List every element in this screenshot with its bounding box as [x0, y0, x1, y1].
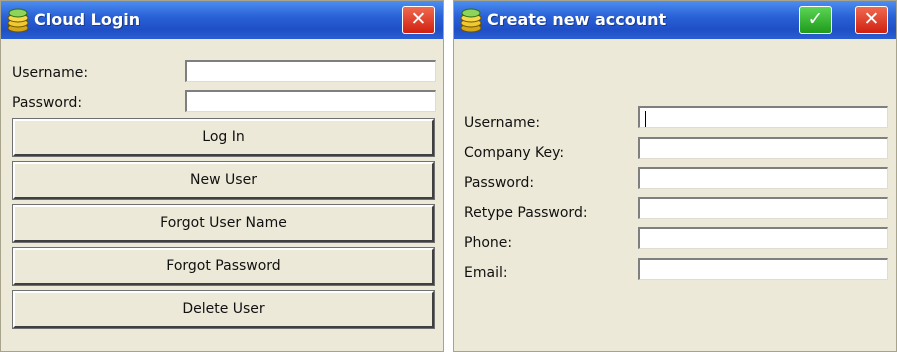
- new-user-button[interactable]: New User: [12, 161, 435, 200]
- checkmark-icon: ✓: [807, 8, 824, 30]
- retype-password-label: Retype Password:: [464, 205, 588, 221]
- retype-password-field[interactable]: [638, 197, 888, 219]
- company-key-field[interactable]: [638, 137, 888, 159]
- forgot-password-button[interactable]: Forgot Password: [12, 247, 435, 286]
- company-key-label: Company Key:: [464, 145, 565, 161]
- password-field[interactable]: [638, 167, 888, 189]
- window-title: Create new account: [487, 10, 667, 29]
- password-label: Password:: [12, 95, 83, 111]
- phone-field[interactable]: [638, 227, 888, 249]
- create-account-window: Create new account ✓ ✕ Username: Company…: [453, 0, 897, 352]
- email-label: Email:: [464, 265, 508, 281]
- ok-button[interactable]: ✓: [799, 6, 832, 34]
- title-bar: Cloud Login ✕: [1, 1, 443, 39]
- close-icon: ✕: [863, 8, 880, 30]
- username-field[interactable]: [185, 60, 436, 82]
- delete-user-button[interactable]: Delete User: [12, 290, 435, 329]
- cloud-coins-icon: [7, 8, 29, 33]
- username-label: Username:: [464, 115, 541, 131]
- password-field[interactable]: [185, 90, 436, 112]
- email-field[interactable]: [638, 258, 888, 280]
- password-label: Password:: [464, 175, 535, 191]
- username-field[interactable]: [638, 106, 888, 128]
- text-caret: [645, 111, 646, 127]
- username-label: Username:: [12, 65, 89, 81]
- forgot-user-name-button[interactable]: Forgot User Name: [12, 204, 435, 243]
- close-button[interactable]: ✕: [402, 6, 435, 34]
- window-title: Cloud Login: [34, 10, 141, 29]
- cloud-coins-icon: [460, 8, 482, 33]
- close-button[interactable]: ✕: [855, 6, 888, 34]
- cloud-login-window: Cloud Login ✕ Username: Password: Log In…: [0, 0, 444, 352]
- title-bar: Create new account ✓ ✕: [454, 1, 896, 39]
- close-icon: ✕: [410, 8, 427, 30]
- log-in-button[interactable]: Log In: [12, 118, 435, 157]
- phone-label: Phone:: [464, 235, 513, 251]
